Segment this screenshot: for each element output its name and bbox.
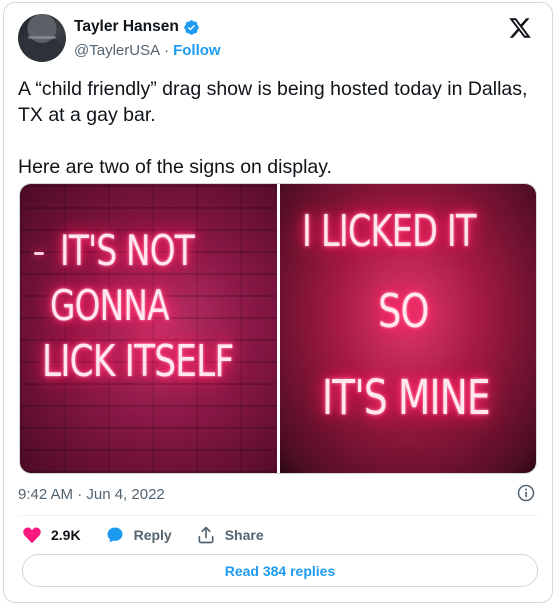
media-image-right[interactable]: I LICKED IT SO IT'S MINE bbox=[280, 184, 536, 473]
share-button[interactable]: Share bbox=[196, 525, 264, 545]
reply-label: Reply bbox=[133, 527, 172, 543]
handle-row: @TaylerUSA · Follow bbox=[74, 42, 221, 59]
author-name-row: Tayler Hansen bbox=[74, 18, 200, 36]
follow-button[interactable]: Follow bbox=[173, 42, 221, 59]
media-image-left[interactable]: IT'S NOT GONNA LICK ITSELF bbox=[20, 184, 277, 473]
author-name[interactable]: Tayler Hansen bbox=[74, 18, 179, 36]
tweet-timestamp[interactable]: 9:42 AM · Jun 4, 2022 bbox=[18, 486, 165, 503]
tweet-text: A “child friendly” drag show is being ho… bbox=[18, 78, 528, 178]
like-count: 2.9K bbox=[51, 527, 81, 543]
reply-bubble-icon bbox=[107, 527, 123, 543]
neon-line: GONNA bbox=[50, 281, 169, 330]
info-icon[interactable] bbox=[516, 483, 536, 503]
neon-line: SO bbox=[378, 284, 430, 338]
tweet-card: Tayler Hansen @TaylerUSA · Follow A “chi… bbox=[3, 2, 553, 603]
separator-dot: · bbox=[164, 42, 170, 59]
neon-dash bbox=[34, 252, 44, 255]
read-replies-button[interactable]: Read 384 replies bbox=[22, 554, 538, 587]
avatar[interactable] bbox=[18, 14, 66, 62]
divider bbox=[18, 515, 538, 516]
heart-icon bbox=[23, 527, 41, 544]
reply-button[interactable]: Reply bbox=[105, 525, 172, 545]
tweet-header: Tayler Hansen @TaylerUSA · Follow bbox=[18, 14, 538, 66]
neon-line: IT'S MINE bbox=[322, 370, 491, 426]
neon-line: IT'S NOT bbox=[60, 226, 195, 275]
neon-line: LICK ITSELF bbox=[42, 336, 234, 387]
verified-badge-icon bbox=[184, 19, 199, 35]
tweet-media[interactable]: IT'S NOT GONNA LICK ITSELF I LICKED IT S… bbox=[19, 183, 537, 474]
share-icon bbox=[198, 526, 214, 544]
like-button[interactable]: 2.9K bbox=[22, 525, 81, 545]
x-logo-icon[interactable] bbox=[508, 16, 532, 40]
tweet-actions: 2.9K Reply Share bbox=[22, 524, 288, 546]
share-label: Share bbox=[224, 527, 264, 543]
author-handle[interactable]: @TaylerUSA bbox=[74, 42, 160, 59]
neon-line: I LICKED IT bbox=[302, 206, 476, 257]
